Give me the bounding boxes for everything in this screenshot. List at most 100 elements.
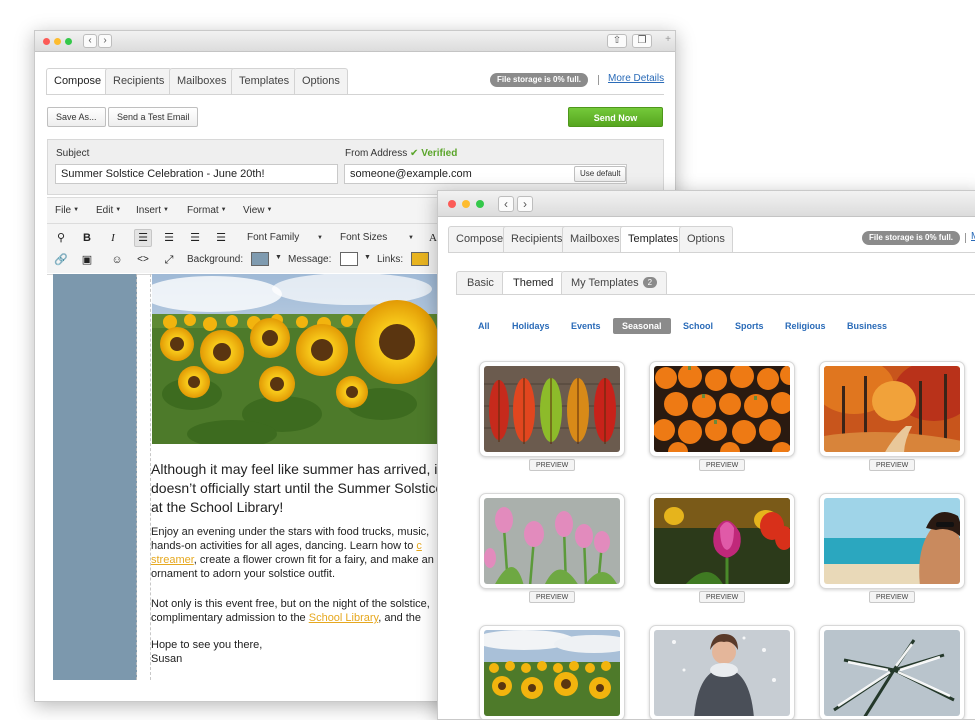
close-dot[interactable] <box>43 38 50 45</box>
find-replace-icon[interactable]: ⚲ <box>52 229 70 247</box>
image-icon[interactable]: ▣ <box>78 251 96 269</box>
template-thumb-sunflowers[interactable] <box>479 625 625 719</box>
filter-religious[interactable]: Religious <box>785 321 826 331</box>
tab-compose[interactable]: Compose <box>46 68 110 94</box>
message-color-caret[interactable]: ▼ <box>364 254 371 261</box>
new-tab-icon[interactable]: + <box>661 34 675 48</box>
forward-button[interactable]: › <box>98 34 112 48</box>
p2-text-b: , and the <box>378 612 422 624</box>
tab-recipients[interactable]: Recipients <box>105 68 173 94</box>
tabs-icon[interactable]: ❐ <box>632 34 652 48</box>
emoji-icon[interactable]: ☺ <box>108 251 126 269</box>
p1-link-1[interactable]: c <box>416 540 422 552</box>
pink-tulips-image <box>484 498 620 584</box>
back-button[interactable]: ‹ <box>83 34 97 48</box>
minimize-dot[interactable] <box>54 38 61 45</box>
subtab-basic[interactable]: Basic <box>456 271 505 294</box>
background-color-swatch[interactable] <box>251 252 269 266</box>
send-now-button[interactable]: Send Now <box>568 107 663 127</box>
my-templates-count: 2 <box>642 277 658 288</box>
tab-recipients[interactable]: Recipients <box>503 226 571 252</box>
p1-link-2[interactable]: streamer <box>151 554 194 566</box>
tab-options[interactable]: Options <box>294 68 348 94</box>
subtab-my-templates[interactable]: My Templates 2 <box>561 271 668 294</box>
bold-icon[interactable]: B <box>78 229 96 247</box>
tab-templates[interactable]: Templates <box>231 68 298 94</box>
filter-all[interactable]: All <box>478 321 490 331</box>
preview-button[interactable]: PREVIEW <box>699 591 746 603</box>
filter-school[interactable]: School <box>683 321 713 331</box>
menu-format[interactable]: Format ▼ <box>187 205 227 216</box>
align-center-icon[interactable]: ☰ <box>160 229 178 247</box>
subject-input[interactable]: Summer Solstice Celebration - June 20th! <box>55 164 338 184</box>
send-test-button[interactable]: Send a Test Email <box>108 107 199 127</box>
template-thumb-beach-woman[interactable] <box>819 493 965 589</box>
links-color-swatch[interactable] <box>411 252 429 266</box>
tab-compose[interactable]: Compose <box>448 226 512 252</box>
preview-button[interactable]: PREVIEW <box>699 459 746 471</box>
email-paragraph-2: Not only is this event free, but on the … <box>151 597 451 625</box>
from-label-text: From Address <box>345 148 408 159</box>
template-thumb-autumn-leaves[interactable] <box>479 361 625 457</box>
fullscreen-icon[interactable]: ⤢ <box>160 251 178 269</box>
template-thumb-pink-tulips[interactable] <box>479 493 625 589</box>
code-icon[interactable]: <> <box>134 251 152 269</box>
check-icon: ✔ <box>410 148 419 159</box>
font-family-select[interactable]: Font Family ▼ <box>247 229 323 247</box>
justify-icon[interactable]: ☰ <box>212 229 230 247</box>
menu-insert[interactable]: Insert ▼ <box>136 205 169 216</box>
template-thumb-autumn-forest[interactable] <box>819 361 965 457</box>
menu-file[interactable]: File ▼ <box>55 205 79 216</box>
subtab-themed[interactable]: Themed <box>502 271 565 294</box>
more-details-link[interactable]: More Details <box>608 73 664 84</box>
separator <box>965 233 966 243</box>
pumpkins-image <box>654 366 790 452</box>
filter-holidays[interactable]: Holidays <box>512 321 550 331</box>
tab-mailboxes[interactable]: Mailboxes <box>169 68 235 94</box>
menu-view[interactable]: View ▼ <box>243 205 272 216</box>
preview-button[interactable]: PREVIEW <box>529 459 576 471</box>
template-thumb-snowy-pine[interactable] <box>819 625 965 719</box>
forward-button[interactable]: › <box>517 196 533 212</box>
p2-link[interactable]: School Library <box>309 612 379 624</box>
autumn-leaves-image <box>484 366 620 452</box>
use-default-button[interactable]: Use default <box>574 166 627 182</box>
close-dot[interactable] <box>448 200 456 208</box>
italic-icon[interactable]: I <box>104 229 122 247</box>
filter-seasonal[interactable]: Seasonal <box>613 318 671 334</box>
more-details-link[interactable]: M <box>971 231 975 242</box>
templates-titlebar: ‹ › <box>438 191 975 217</box>
background-color-caret[interactable]: ▼ <box>275 254 282 261</box>
zoom-dot[interactable] <box>65 38 72 45</box>
share-icon[interactable]: ⇧ <box>607 34 627 48</box>
links-label: Links: <box>377 254 404 265</box>
template-thumb-tulip-field[interactable] <box>649 493 795 589</box>
save-as-button[interactable]: Save As... <box>47 107 106 127</box>
sunflower-banner-image <box>152 274 442 444</box>
template-thumb-pumpkins[interactable] <box>649 361 795 457</box>
link-icon[interactable]: 🔗 <box>52 251 70 269</box>
font-size-select[interactable]: Font Sizes ▼ <box>340 229 414 247</box>
template-thumb-snow-girl[interactable] <box>649 625 795 719</box>
preview-button[interactable]: PREVIEW <box>529 591 576 603</box>
filter-business[interactable]: Business <box>847 321 887 331</box>
tab-mailboxes[interactable]: Mailboxes <box>562 226 628 252</box>
autumn-forest-image <box>824 366 960 452</box>
sunflower-field-graphic <box>152 274 442 444</box>
align-right-icon[interactable]: ☰ <box>186 229 204 247</box>
preview-button[interactable]: PREVIEW <box>869 459 916 471</box>
preview-button[interactable]: PREVIEW <box>869 591 916 603</box>
filter-sports[interactable]: Sports <box>735 321 764 331</box>
back-button[interactable]: ‹ <box>498 196 514 212</box>
snow-girl-image <box>654 630 790 716</box>
zoom-dot[interactable] <box>476 200 484 208</box>
minimize-dot[interactable] <box>462 200 470 208</box>
tab-options[interactable]: Options <box>679 226 733 252</box>
message-color-swatch[interactable] <box>340 252 358 266</box>
background-label: Background: <box>187 254 244 265</box>
from-address-label: From Address ✔ Verified <box>345 148 457 159</box>
menu-edit[interactable]: Edit ▼ <box>96 205 121 216</box>
align-left-icon[interactable]: ☰ <box>134 229 152 247</box>
filter-events[interactable]: Events <box>571 321 601 331</box>
tab-templates[interactable]: Templates <box>620 226 687 252</box>
